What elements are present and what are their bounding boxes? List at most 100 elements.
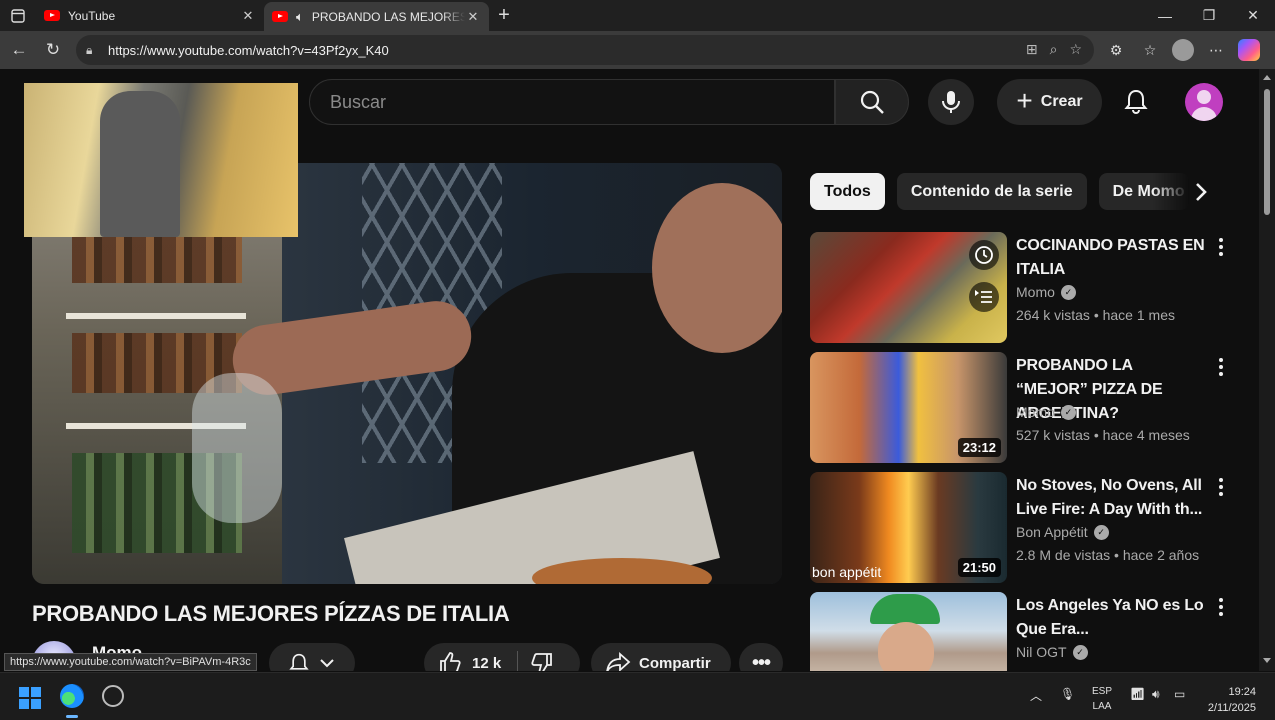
thumbnail-person-cap [870,594,940,624]
recommendation-meta: 2.8 M de vistas • hace 2 años [1016,547,1200,563]
site-info-icon[interactable]: 🔒︎ [86,43,100,57]
recommendation-meta: 527 k vistas • hace 4 meses [1016,427,1190,443]
microphone-icon[interactable]: 🎙︎ [1060,687,1075,701]
close-tab-icon[interactable]: ✕ [465,9,481,25]
more-vertical-icon[interactable] [1213,354,1229,380]
minimize-icon[interactable]: — [1143,0,1187,31]
thumbs-down-icon[interactable] [530,651,554,671]
more-vertical-icon[interactable] [1213,234,1229,260]
search-input[interactable]: Buscar [309,79,835,125]
video-title: PROBANDO LAS MEJORES PÍZZAS DE ITALIA [32,601,510,626]
app-available-icon[interactable]: ⊞ [1026,41,1038,58]
chevron-right-icon [1196,183,1207,201]
page-scrollbar[interactable] [1259,69,1275,671]
scrollbar-thumb[interactable] [1264,89,1270,215]
lang-region: LAA [1092,701,1112,712]
bell-icon [1124,89,1148,114]
create-button[interactable]: + Crear [997,79,1102,125]
chip-serie[interactable]: Contenido de la serie [896,173,1087,210]
youtube-favicon-icon [272,11,288,22]
tab-title: YouTube [68,8,116,23]
thumbnail-text: bon appétit [812,564,882,580]
video-frame-shelf [66,313,246,319]
recommendation-item[interactable]: Los Angeles Ya NO es Lo Que Era... Nil O… [810,592,1230,671]
more-vertical-icon[interactable] [1213,474,1229,500]
bell-icon [289,653,309,670]
plus-icon: + [1016,84,1033,116]
recommendation-channel[interactable]: Momo ✓ [1016,404,1076,420]
settings-more-icon[interactable]: ⋯ [1204,38,1228,62]
date: 2/11/2025 [1207,702,1256,714]
subscribe-bell-button[interactable] [269,643,355,671]
clock[interactable]: 19:24 2/11/2025 [1190,684,1256,716]
extensions-icon[interactable]: ⚙ [1104,38,1128,62]
recommendation-channel[interactable]: Momo ✓ [1016,284,1076,300]
app-icon[interactable] [102,685,124,707]
window-controls: — ❐ ✕ [1143,0,1275,31]
tab-title: PROBANDO LAS MEJORES P [311,9,465,24]
back-icon[interactable]: ← [2,33,36,67]
scroll-down-icon[interactable] [1263,658,1271,663]
favorites-icon[interactable]: ☆ [1138,38,1162,62]
search-button[interactable] [835,79,909,125]
favorite-star-icon[interactable]: ☆ [1069,41,1082,58]
scroll-up-icon[interactable] [1263,75,1271,80]
close-tab-icon[interactable]: ✕ [240,8,256,24]
recommendation-title[interactable]: Los Angeles Ya NO es Lo Que Era... [1016,594,1206,642]
like-dislike-group: 12 k [424,643,580,671]
url-field[interactable]: 🔒︎ https://www.youtube.com/watch?v=43Pf2… [76,35,1094,65]
chips-next-button[interactable] [1186,177,1216,207]
recommendation-title[interactable]: COCINANDO PASTAS EN ITALIA [1016,234,1206,282]
recommendation-title[interactable]: No Stoves, No Ovens, All Live Fire: A Da… [1016,474,1206,522]
recommendation-item[interactable]: 23:12 PROBANDO LA “MEJOR” PIZZA DE ARGEN… [810,352,1230,464]
browser-toolbar: ⚙ ☆ ⋯ [1104,31,1260,69]
like-count[interactable]: 12 k [472,655,501,672]
more-actions-button[interactable]: ••• [739,643,783,671]
reload-icon[interactable]: ↻ [36,33,70,67]
battery-icon[interactable]: ▭ [1174,687,1185,701]
start-icon[interactable] [19,687,41,709]
thumbs-up-icon[interactable] [438,651,462,671]
speaker-icon[interactable]: 🔈︎ [296,9,304,25]
chip-todos[interactable]: Todos [810,173,885,210]
share-label: Compartir [639,654,711,672]
workspaces-icon[interactable] [0,0,36,31]
notifications-button[interactable] [1118,83,1154,119]
volume-icon[interactable]: 🔊︎ [1152,687,1160,702]
recommendation-item[interactable]: COCINANDO PASTAS EN ITALIA Momo ✓ 264 k v… [810,232,1230,344]
recommendation-meta: 264 k vistas • hace 1 mes [1016,307,1175,323]
copilot-icon[interactable] [1238,39,1260,61]
status-bar-url: https://www.youtube.com/watch?v=BiPAVm-4… [4,653,257,671]
profile-icon[interactable] [1172,39,1194,61]
add-to-queue-icon[interactable] [969,282,999,312]
taskbar: ︿ 🎙︎ ESP LAA 📶︎ 🔊︎ ▭ 19:24 2/11/2025 [0,672,1275,720]
tab-active-video[interactable]: 🔈︎ PROBANDO LAS MEJORES P ✕ [264,2,489,31]
new-tab-button[interactable]: + [489,4,519,27]
video-frame-head [652,183,782,353]
related-filter-chips: Todos Contenido de la serie De Momo [810,173,1189,210]
recommendation-channel[interactable]: Bon Appétit ✓ [1016,524,1109,540]
close-window-icon[interactable]: ✕ [1231,0,1275,31]
share-button[interactable]: Compartir [591,643,731,671]
tab-youtube[interactable]: YouTube ✕ [36,0,264,31]
video-thumbnail[interactable] [810,232,1007,343]
watch-later-icon[interactable] [969,240,999,270]
recommendation-item[interactable]: bon appétit 21:50 No Stoves, No Ovens, A… [810,472,1230,584]
video-thumbnail[interactable] [810,592,1007,671]
zoom-icon[interactable]: ⌕ [1050,41,1058,58]
chevron-up-icon[interactable]: ︿ [1030,687,1042,704]
more-vertical-icon[interactable] [1213,594,1229,620]
recommendation-channel[interactable]: Nil OGT ✓ [1016,644,1088,660]
wifi-icon[interactable]: 📶︎ [1130,687,1145,701]
account-avatar[interactable] [1185,83,1223,121]
video-thumbnail[interactable]: bon appétit 21:50 [810,472,1007,583]
create-label: Crear [1040,93,1083,110]
restore-icon[interactable]: ❐ [1187,0,1231,31]
chip-de-momo[interactable]: De Momo [1098,173,1189,210]
edge-browser-icon[interactable] [60,684,84,708]
lang-code: ESP [1092,686,1113,697]
video-thumbnail[interactable]: 23:12 [810,352,1007,463]
voice-search-button[interactable] [928,79,974,125]
language-indicator[interactable]: ESP LAA [1092,684,1112,714]
mini-player[interactable] [24,83,298,237]
